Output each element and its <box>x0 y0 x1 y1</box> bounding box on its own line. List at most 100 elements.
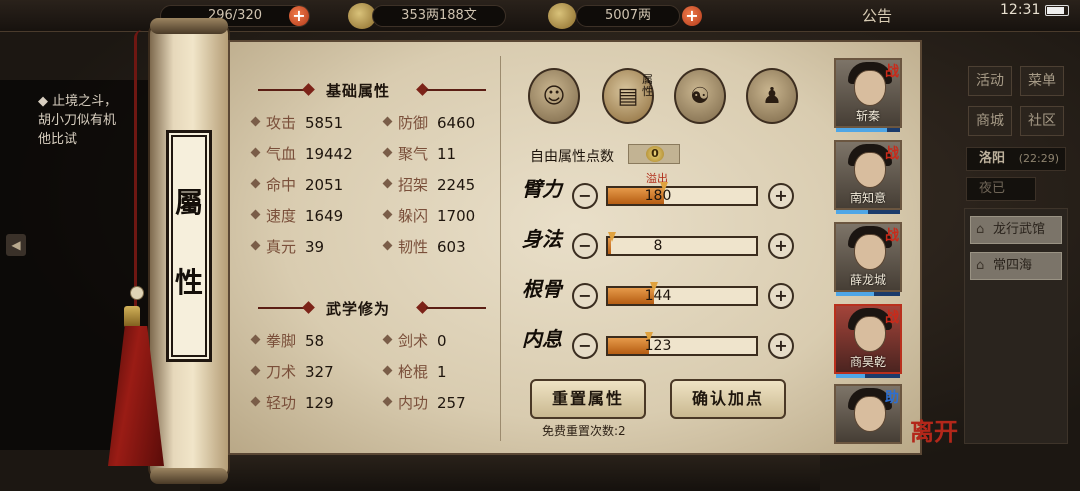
attribute-value: 123 <box>644 338 672 354</box>
stat-speed: 速度 1649 <box>250 205 343 226</box>
stat-toughness: 韧性 603 <box>382 236 466 257</box>
stat-attack: 攻击 5851 <box>250 112 343 133</box>
attribute-bar: 180 <box>606 182 758 206</box>
stat-spear: 枪棍 1 <box>382 361 447 382</box>
decrease-attribute-button[interactable]: − <box>572 333 598 359</box>
place-item[interactable]: 常四海 <box>970 252 1062 280</box>
martial-arts-title: 武学修为 <box>326 300 391 318</box>
increase-attribute-button[interactable]: + <box>768 283 794 309</box>
location-name: 洛阳 <box>979 151 1006 166</box>
decrease-attribute-button[interactable]: − <box>572 283 598 309</box>
title-char: 屬 <box>174 186 203 219</box>
gold-ingot-icon <box>548 3 576 29</box>
face <box>854 316 886 352</box>
role-badge: 助 <box>885 390 899 406</box>
activity-button[interactable]: 活动 <box>968 66 1012 96</box>
location-time: (22:29) <box>1018 152 1059 165</box>
stat-sword: 剑术 0 <box>382 330 447 351</box>
announcement-button[interactable]: 公告 <box>862 5 892 26</box>
leave-button[interactable]: 离开 <box>910 412 958 447</box>
add-stamina-button[interactable]: + <box>289 6 309 26</box>
silver-value: 353两188文 <box>401 8 477 23</box>
attribute-name: 身法 <box>522 227 562 251</box>
tab-taiji[interactable]: ☯ <box>674 68 726 124</box>
attribute-bar: 144 <box>606 282 758 306</box>
tab-meridians[interactable]: ♟ <box>746 68 798 124</box>
companion-name: 斩秦 <box>855 109 880 123</box>
stat-inner-power: 内功 257 <box>382 392 466 413</box>
free-points-label: 自由属性点数 <box>530 149 614 165</box>
stat-energy: 聚气 11 <box>382 143 456 164</box>
role-badge: 战 <box>885 146 899 162</box>
basic-attributes-title: 基础属性 <box>326 82 391 100</box>
tab-hero[interactable]: ☺ <box>528 68 580 124</box>
decrease-attribute-button[interactable]: − <box>572 183 598 209</box>
attribute-name: 根骨 <box>522 277 562 301</box>
section-ornament <box>426 307 486 309</box>
community-button[interactable]: 社区 <box>1020 106 1064 136</box>
page-title: 屬 性 <box>166 130 212 362</box>
decrease-attribute-button[interactable]: − <box>572 233 598 259</box>
increase-attribute-button[interactable]: + <box>768 183 794 209</box>
roller-cap <box>150 18 228 34</box>
collapse-left-arrow-icon[interactable]: ◀ <box>6 234 26 256</box>
role-badge: 战 <box>885 310 899 326</box>
companion-portrait[interactable]: 战商昊乾 <box>834 304 902 378</box>
clock-time: 12:31 <box>1000 2 1041 18</box>
title-char: 性 <box>174 266 203 299</box>
attribute-bar: 8 <box>606 232 758 256</box>
companion-exp-fill <box>836 128 887 132</box>
attribute-bar: 123 <box>606 332 758 356</box>
free-reset-count: 免费重置次数:2 <box>542 424 626 438</box>
section-ornament <box>426 89 486 91</box>
stat-accuracy: 命中 2051 <box>250 174 343 195</box>
shop-button[interactable]: 商城 <box>968 106 1012 136</box>
companion-exp-bar <box>836 374 900 378</box>
taiji-icon: ☯ <box>690 84 710 109</box>
free-points-value: 0 <box>646 146 664 162</box>
stat-blade: 刀术 327 <box>250 361 334 382</box>
companion-name: 商昊乾 <box>849 355 886 369</box>
companion-exp-bar <box>836 292 900 296</box>
companion-portrait[interactable]: 战南知意 <box>834 140 902 214</box>
tassel-ring <box>124 306 140 328</box>
stat-parry: 招架 2245 <box>382 174 475 195</box>
companion-exp-fill <box>836 210 868 214</box>
section-ornament <box>258 89 308 91</box>
stat-lightness: 轻功 129 <box>250 392 334 413</box>
companion-portrait[interactable]: 助 <box>834 384 902 444</box>
roller-cap <box>150 468 228 484</box>
add-gold-button[interactable]: + <box>682 6 702 26</box>
time-of-day: 夜已 <box>966 177 1036 201</box>
place-item[interactable]: 龙行武馆 <box>970 216 1062 244</box>
hero-icon: ☺ <box>542 84 566 109</box>
reset-attributes-button[interactable]: 重置属性 <box>530 379 646 419</box>
tab-attributes[interactable]: ▤ 属性 <box>602 68 654 124</box>
location-indicator[interactable]: 洛阳 (22:29) <box>966 147 1066 171</box>
stat-health: 气血 19442 <box>250 143 353 164</box>
companion-name: 薛龙城 <box>849 273 886 287</box>
increase-attribute-button[interactable]: + <box>768 333 794 359</box>
panel-divider <box>500 56 501 441</box>
battery-icon <box>1045 5 1069 16</box>
face <box>854 396 886 432</box>
confirm-points-button[interactable]: 确认加点 <box>670 379 786 419</box>
companion-portrait[interactable]: 战斩秦 <box>834 58 902 132</box>
companion-exp-fill <box>836 374 865 378</box>
menu-button[interactable]: 菜单 <box>1020 66 1064 96</box>
attribute-name: 内息 <box>522 327 562 351</box>
section-ornament <box>258 307 308 309</box>
companion-name: 南知意 <box>849 191 886 205</box>
gold-counter: 5007两 <box>576 5 680 27</box>
companion-portrait[interactable]: 战薛龙城 <box>834 222 902 296</box>
silver-counter: 353两188文 <box>372 5 506 27</box>
attribute-value: 8 <box>653 238 663 254</box>
increase-attribute-button[interactable]: + <box>768 233 794 259</box>
face <box>854 70 886 106</box>
tassel-bead <box>130 286 144 300</box>
companion-exp-fill <box>836 292 874 296</box>
stat-fist: 拳脚 58 <box>250 330 324 351</box>
role-badge: 战 <box>885 228 899 244</box>
role-badge: 战 <box>885 64 899 80</box>
gold-value: 5007两 <box>604 8 652 23</box>
